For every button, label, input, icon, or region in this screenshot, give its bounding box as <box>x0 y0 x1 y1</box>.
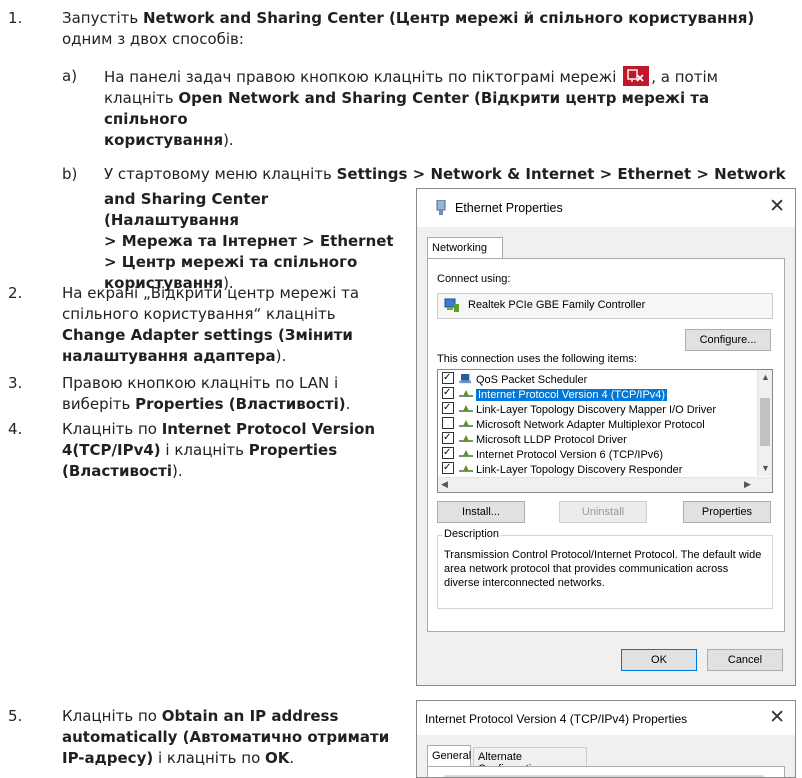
dialog-title: Internet Protocol Version 4 (TCP/IPv4) P… <box>425 712 688 726</box>
install-button[interactable]: Install... <box>437 501 525 523</box>
description-group: Description Transmission Control Protoco… <box>437 528 773 609</box>
dialog-title: Ethernet Properties <box>455 201 563 215</box>
configure-button[interactable]: Configure... <box>685 329 771 351</box>
item-checkbox[interactable] <box>442 430 454 445</box>
tab-alternate-configuration[interactable]: Alternate Configuration <box>473 747 587 775</box>
connect-using-label: Connect using: <box>437 273 511 285</box>
cancel-button[interactable]: Cancel <box>707 649 783 671</box>
adapter-field: Realtek PCIe GBE Family Controller <box>437 293 773 319</box>
ethernet-properties-dialog: Ethernet Properties ✕ Networking Connect… <box>416 188 796 686</box>
step-5-text: Клацніть по Obtain an IP address automat… <box>62 707 390 767</box>
description-text: Transmission Control Protocol/Internet P… <box>444 549 762 589</box>
horizontal-scrollbar[interactable]: ◀ ▶ <box>438 477 772 492</box>
manual-page: 1. Запустіть Network and Sharing Center … <box>0 0 802 778</box>
protocol-icon <box>459 450 473 457</box>
ipv4-properties-dialog: Internet Protocol Version 4 (TCP/IPv4) P… <box>416 700 796 778</box>
step-1-text: Запустіть Network and Sharing Center (Це… <box>62 9 755 48</box>
general-panel <box>427 766 785 777</box>
ethernet-adapter-icon <box>435 199 447 219</box>
substep-a-label: a) <box>62 67 78 85</box>
ok-button[interactable]: OK <box>621 649 697 671</box>
step-2-text: На екрані „Відкрити центр мережі та спіл… <box>62 284 360 365</box>
scroll-left-icon[interactable]: ◀ <box>441 479 448 490</box>
protocol-icon <box>459 435 473 442</box>
step-3-number: 3. <box>8 374 23 392</box>
close-icon[interactable]: ✕ <box>769 706 785 729</box>
item-checkbox[interactable] <box>442 417 454 429</box>
item-checkbox[interactable] <box>442 370 454 385</box>
tab-networking[interactable]: Networking <box>427 237 503 259</box>
scroll-right-icon[interactable]: ▶ <box>744 479 751 490</box>
substep-b-line1: У стартовому меню клацніть Settings > Ne… <box>104 165 786 183</box>
close-icon[interactable]: ✕ <box>769 196 785 218</box>
step-3-text: Правою кнопкою клацніть по LAN і виберіт… <box>62 374 351 413</box>
uninstall-button[interactable]: Uninstall <box>559 501 647 523</box>
step-1-number: 1. <box>8 9 23 27</box>
adapter-name: Realtek PCIe GBE Family Controller <box>468 299 646 311</box>
vertical-scrollbar[interactable]: ▲ ▼ <box>757 370 772 476</box>
protocol-icon <box>459 465 473 472</box>
items-label: This connection uses the following items… <box>437 353 637 365</box>
tab-general[interactable]: General <box>427 745 471 767</box>
list-item[interactable]: Internet Protocol Version 6 (TCP/IPv6) <box>442 445 663 462</box>
substep-a-text: На панелі задач правою кнопкою клацніть … <box>104 66 718 149</box>
network-adapter-icon <box>444 298 460 316</box>
step-4-number: 4. <box>8 420 23 438</box>
list-item[interactable]: QoS Packet Scheduler <box>442 370 587 387</box>
list-item[interactable]: Microsoft Network Adapter Multiplexor Pr… <box>442 417 705 432</box>
list-item[interactable]: Internet Protocol Version 4 (TCP/IPv4) <box>442 385 668 402</box>
scroll-thumb[interactable] <box>760 398 770 446</box>
protocol-icon <box>459 420 473 427</box>
step-5-number: 5. <box>8 707 23 725</box>
step-4-text: Клацніть по Internet Protocol Version 4(… <box>62 420 376 480</box>
item-checkbox[interactable] <box>442 400 454 415</box>
scroll-up-icon[interactable]: ▲ <box>761 372 770 382</box>
scroll-down-icon[interactable]: ▼ <box>761 463 770 473</box>
qos-icon <box>459 374 471 384</box>
step-2-number: 2. <box>8 284 23 302</box>
substep-b-rest: and Sharing Center (Налаштування > Мереж… <box>104 190 394 292</box>
item-checkbox[interactable] <box>442 460 454 475</box>
list-item[interactable]: Link-Layer Topology Discovery Responder <box>442 460 682 477</box>
items-list[interactable]: QoS Packet Scheduler Internet Protocol V… <box>437 369 773 493</box>
dialog-titlebar[interactable]: Ethernet Properties ✕ <box>417 189 795 227</box>
item-checkbox[interactable] <box>442 445 454 460</box>
protocol-icon <box>459 390 473 397</box>
description-label: Description <box>442 528 502 540</box>
item-checkbox[interactable] <box>442 385 454 400</box>
substep-b-label: b) <box>62 165 78 183</box>
protocol-icon <box>459 405 473 412</box>
list-item[interactable]: Link-Layer Topology Discovery Mapper I/O… <box>442 400 716 417</box>
list-item[interactable]: Microsoft LLDP Protocol Driver <box>442 430 627 447</box>
dialog-titlebar[interactable]: Internet Protocol Version 4 (TCP/IPv4) P… <box>417 701 795 735</box>
network-tray-icon <box>623 66 650 86</box>
properties-button[interactable]: Properties <box>683 501 771 523</box>
